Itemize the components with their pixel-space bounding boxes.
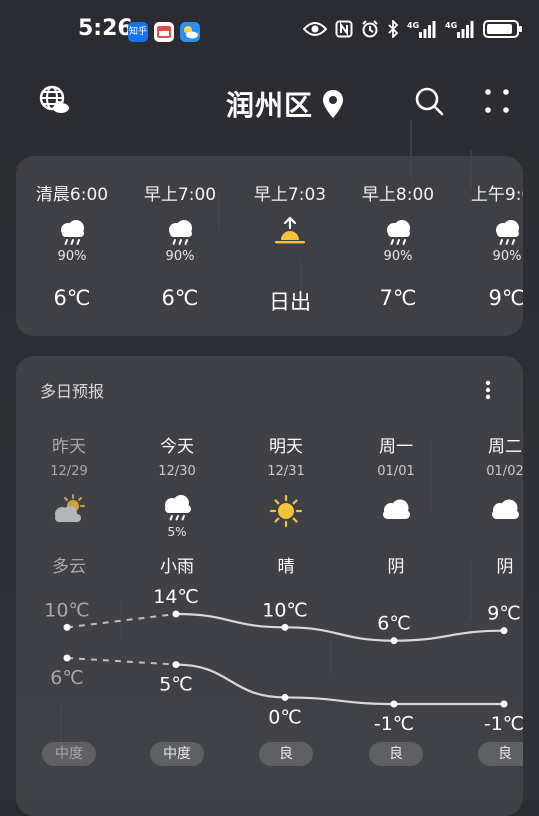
status-time: 5:26: [78, 16, 133, 41]
svg-text:4G: 4G: [445, 21, 457, 30]
eye-icon: [303, 22, 327, 36]
low-temp-label: -1℃: [484, 713, 523, 735]
low-temp-label: -1℃: [374, 713, 414, 735]
hour-temp: 6℃: [53, 286, 91, 310]
high-temp-point: [172, 610, 180, 618]
high-temp-point: [63, 623, 71, 631]
hourly-item: 上午9:00 90% 9℃: [457, 156, 523, 336]
zhihu-app-icon: 知乎: [128, 22, 148, 42]
low-temp-label: 5℃: [159, 674, 192, 696]
daily-forecast-card[interactable]: 多日预报 昨天 12/29 多云 中度 今天 12/30 5% 小雨 中度 明天…: [16, 356, 523, 816]
more-options-icon[interactable]: [482, 86, 512, 116]
hour-precip: 90%: [492, 249, 522, 264]
hour-precip: 90%: [383, 249, 413, 264]
low-temp-point: [390, 700, 398, 708]
sunrise-label: 日出: [269, 290, 311, 314]
high-temp-label: 10℃: [44, 599, 90, 621]
hour-temp: 9℃: [488, 286, 523, 310]
hourly-item: 早上7:00 90% 6℃: [130, 156, 230, 336]
light-rain-icon: [169, 220, 192, 245]
hour-time: 早上7:03: [253, 185, 327, 205]
high-temp-point: [281, 623, 289, 631]
low-temp-point: [63, 654, 71, 662]
low-temp-label: 6℃: [50, 667, 83, 689]
hour-time: 早上8:00: [361, 185, 435, 205]
location-selector[interactable]: 润州区: [226, 84, 345, 124]
hour-time: 上午9:00: [470, 185, 523, 205]
city-globe-icon[interactable]: [38, 84, 70, 116]
low-temp-point: [172, 661, 180, 669]
hour-precip: 90%: [57, 249, 87, 264]
signal-icon-2: 4G: [445, 21, 474, 38]
hour-temp: 7℃: [379, 286, 417, 310]
nfc-icon: [335, 20, 353, 38]
high-temp-label: 10℃: [262, 599, 308, 621]
low-temp-label: 0℃: [268, 706, 301, 728]
high-temp-label: 6℃: [377, 613, 410, 635]
search-icon[interactable]: [414, 86, 444, 116]
low-temp-point: [281, 693, 289, 701]
bluetooth-icon: [388, 20, 399, 38]
hourly-item: 早上8:00 90% 7℃: [348, 156, 448, 336]
alarm-icon: [362, 20, 378, 38]
hourly-item: 早上7:03 日出: [240, 156, 340, 336]
header: 润州区: [0, 78, 539, 126]
signal-icon: 4G: [407, 21, 436, 38]
hour-time: 早上7:00: [143, 185, 217, 205]
light-rain-icon: [387, 220, 410, 245]
high-temp-point: [500, 627, 508, 635]
high-temp-point: [390, 637, 398, 645]
battery-icon: [483, 20, 522, 38]
light-rain-icon: [61, 220, 84, 245]
hour-temp: 6℃: [161, 286, 199, 310]
location-pin-icon: [323, 90, 344, 118]
hourly-item: 清晨6:00 90% 6℃: [22, 156, 122, 336]
calendar-app-icon: [154, 22, 174, 42]
high-temp-label: 14℃: [153, 586, 199, 608]
high-temp-label: 9℃: [487, 603, 520, 625]
high-temp-line: [175, 612, 505, 642]
status-bar: 5:26 知乎 4G 4G: [0, 0, 539, 62]
sunrise-icon: [275, 216, 305, 244]
light-rain-icon: [496, 220, 519, 245]
hour-time: 清晨6:00: [35, 185, 109, 205]
hour-precip: 90%: [165, 249, 195, 264]
low-temp-point: [500, 700, 508, 708]
weather-app-icon: [180, 22, 200, 42]
hourly-forecast-card[interactable]: 清晨6:00 90% 6℃ 早上7:00 90% 6℃ 早上7:03 日出 早上…: [16, 156, 523, 336]
temperature-trend-chart: 10℃ 14℃ 10℃ 6℃ 9℃ 6℃ 5℃ 0℃ -1℃ -1℃: [44, 586, 523, 735]
low-temp-past-line: [66, 657, 177, 666]
low-temp-line: [175, 663, 504, 706]
location-name: 润州区: [226, 89, 314, 122]
svg-text:4G: 4G: [407, 21, 419, 30]
